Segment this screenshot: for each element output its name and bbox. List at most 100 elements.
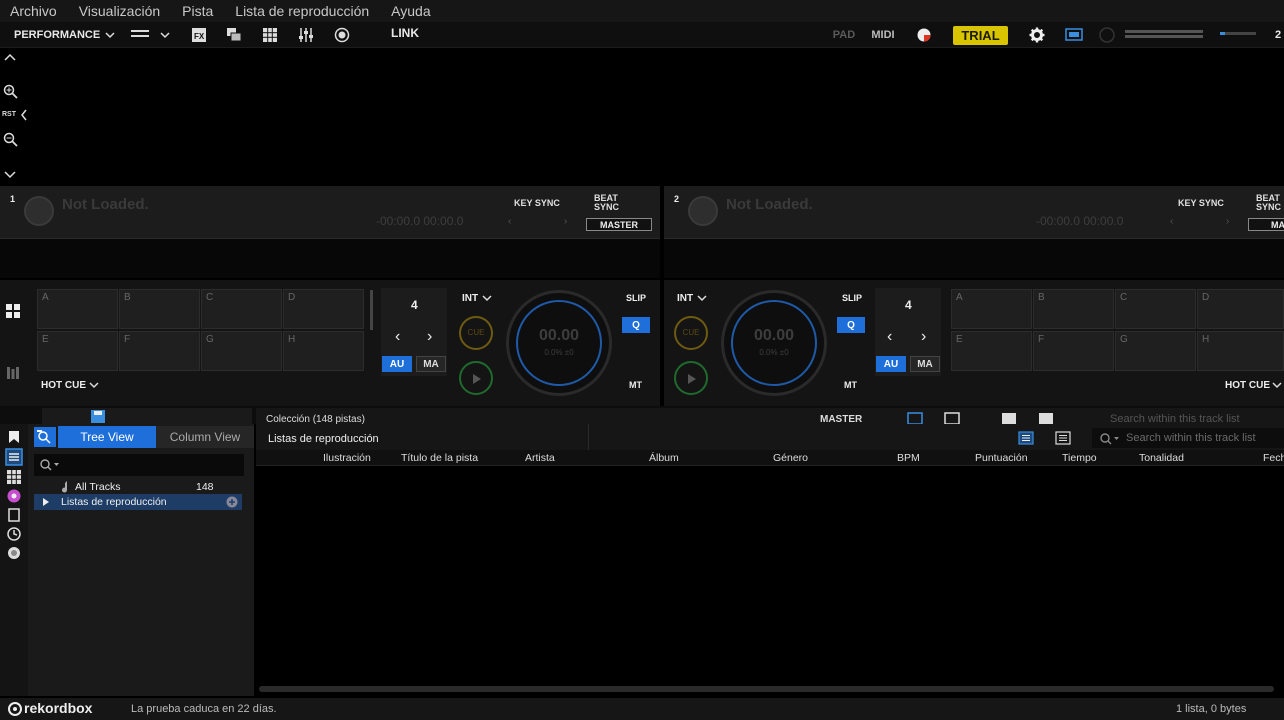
hot-cue-pad-b[interactable]: B	[119, 289, 200, 329]
split-icon[interactable]	[1038, 412, 1054, 424]
quantize-button[interactable]: Q	[837, 317, 865, 333]
list-view-icon[interactable]	[907, 412, 923, 424]
auto-beat-button[interactable]: AU	[382, 356, 412, 372]
hot-cue-pad-e[interactable]: E	[951, 331, 1032, 371]
collection-label[interactable]: Colección (148 pistas)	[266, 414, 365, 424]
pad-view-icon[interactable]	[6, 304, 20, 318]
play-button[interactable]	[459, 361, 493, 395]
beat-sync-button[interactable]: BEAT SYNC	[594, 194, 628, 212]
pad-indicator[interactable]: PAD	[830, 22, 858, 48]
mixer-view-icon[interactable]	[6, 366, 20, 380]
chevron-right-icon[interactable]: ›	[564, 216, 567, 227]
column-genre[interactable]: Género	[773, 452, 808, 464]
deck-count[interactable]: 2	[1272, 22, 1284, 48]
hot-cue-pad-c[interactable]: C	[201, 289, 282, 329]
chevron-left-icon[interactable]: ‹	[887, 328, 892, 346]
list-view-icon[interactable]	[1018, 431, 1034, 445]
link-button[interactable]: LINK	[386, 20, 424, 46]
hot-cue-pad-g[interactable]: G	[201, 331, 282, 371]
deck-1-overview-waveform[interactable]	[0, 238, 660, 278]
quantize-button[interactable]: Q	[622, 317, 650, 333]
zoom-reset[interactable]: RST	[2, 111, 16, 118]
cue-button[interactable]: CUE	[674, 316, 708, 350]
pad-mode-label[interactable]: HOT CUE	[1225, 380, 1270, 391]
column-artist[interactable]: Artista	[525, 452, 555, 464]
hot-cue-pad-h[interactable]: H	[283, 331, 364, 371]
play-button[interactable]	[674, 361, 708, 395]
column-time[interactable]: Tiempo	[1062, 452, 1097, 464]
menu-archivo[interactable]: Archivo	[10, 3, 57, 19]
history-icon[interactable]	[7, 527, 21, 541]
chevron-up-icon[interactable]	[4, 53, 16, 63]
master-button[interactable]: MASTER	[586, 218, 652, 231]
tab-tree-view[interactable]: Tree View	[58, 426, 156, 448]
fx-icon[interactable]: FX	[191, 27, 207, 43]
grid-icon[interactable]	[7, 470, 21, 484]
manual-loop-button[interactable]: MA	[910, 356, 940, 372]
jog-wheel[interactable]: 00.00 0.0% ±0	[506, 290, 612, 396]
master-tempo-button[interactable]: MT	[844, 380, 857, 390]
column-track-title[interactable]: Título de la pista	[401, 452, 478, 464]
beat-count[interactable]: 4	[411, 298, 418, 312]
hot-cue-pad-e[interactable]: E	[37, 331, 118, 371]
list-compact-icon[interactable]	[944, 412, 960, 424]
tree-search-input[interactable]	[34, 454, 244, 476]
key-sync-button[interactable]: KEY SYNC	[514, 198, 560, 208]
chevron-down-icon[interactable]	[696, 294, 708, 303]
cue-button[interactable]: CUE	[459, 316, 493, 350]
add-playlist-icon[interactable]	[226, 496, 238, 508]
int-label[interactable]: INT	[462, 293, 478, 304]
column-artwork[interactable]: Ilustración	[323, 452, 371, 464]
horizontal-scrollbar[interactable]	[259, 686, 1274, 692]
mixer-icon[interactable]	[298, 27, 314, 43]
hot-cue-pad-a[interactable]: A	[951, 289, 1032, 329]
chevron-right-icon[interactable]: ›	[921, 328, 926, 346]
chevron-right-icon[interactable]: ›	[1226, 216, 1229, 227]
chevron-down-icon[interactable]	[1271, 381, 1283, 390]
search-mode-icon[interactable]	[34, 427, 56, 447]
column-date[interactable]: Fech	[1263, 452, 1284, 464]
expand-arrow-icon[interactable]	[42, 498, 50, 506]
columns-icon[interactable]	[1001, 412, 1017, 424]
master-tempo-button[interactable]: MT	[629, 380, 642, 390]
search-placeholder-top[interactable]: Search within this track list	[1110, 413, 1240, 424]
int-label[interactable]: INT	[677, 293, 693, 304]
mode-selector[interactable]: PERFORMANCE	[14, 22, 100, 48]
hot-cue-pad-c[interactable]: C	[1115, 289, 1196, 329]
tab-column-view[interactable]: Column View	[156, 426, 254, 448]
hot-cue-pad-a[interactable]: A	[37, 289, 118, 329]
gear-icon[interactable]	[1029, 27, 1045, 43]
menu-pista[interactable]: Pista	[182, 3, 213, 19]
itunes-icon[interactable]	[7, 489, 21, 503]
layout-icon[interactable]	[131, 29, 149, 41]
chevron-down-icon[interactable]	[4, 170, 16, 180]
column-album[interactable]: Álbum	[649, 452, 679, 464]
zoom-in-icon[interactable]	[3, 84, 18, 99]
explorer-icon[interactable]	[7, 546, 21, 560]
hot-cue-pad-f[interactable]: F	[1033, 331, 1114, 371]
device-icon[interactable]	[7, 508, 21, 522]
tree-item-all-tracks[interactable]: All Tracks	[75, 481, 121, 493]
midi-button[interactable]: MIDI	[868, 22, 898, 48]
manual-loop-button[interactable]: MA	[416, 356, 446, 372]
monitor-icon[interactable]	[1065, 27, 1083, 43]
collection-icon[interactable]	[5, 448, 23, 466]
chevron-left-icon[interactable]: ‹	[395, 328, 400, 346]
pad-scrollbar[interactable]	[370, 290, 373, 330]
menu-visualizacion[interactable]: Visualización	[79, 3, 160, 19]
chevron-left-icon[interactable]: ‹	[508, 216, 511, 227]
hot-cue-pad-d[interactable]: D	[1197, 289, 1284, 329]
chevron-down-icon[interactable]	[104, 30, 116, 40]
detail-view-icon[interactable]	[1055, 431, 1071, 445]
deck-2-overview-waveform[interactable]	[664, 238, 1284, 278]
column-rating[interactable]: Puntuación	[975, 452, 1028, 464]
hot-cue-pad-d[interactable]: D	[283, 289, 364, 329]
hot-cue-pad-h[interactable]: H	[1197, 331, 1284, 371]
master-selector[interactable]: MASTER	[820, 414, 862, 424]
grid-icon[interactable]	[262, 27, 278, 43]
record-icon[interactable]	[334, 27, 350, 43]
chevron-left-icon[interactable]	[20, 109, 28, 121]
chevron-down-icon[interactable]	[159, 30, 171, 40]
tree-item-playlists[interactable]: Listas de reproducción	[34, 494, 242, 510]
auto-beat-button[interactable]: AU	[876, 356, 906, 372]
